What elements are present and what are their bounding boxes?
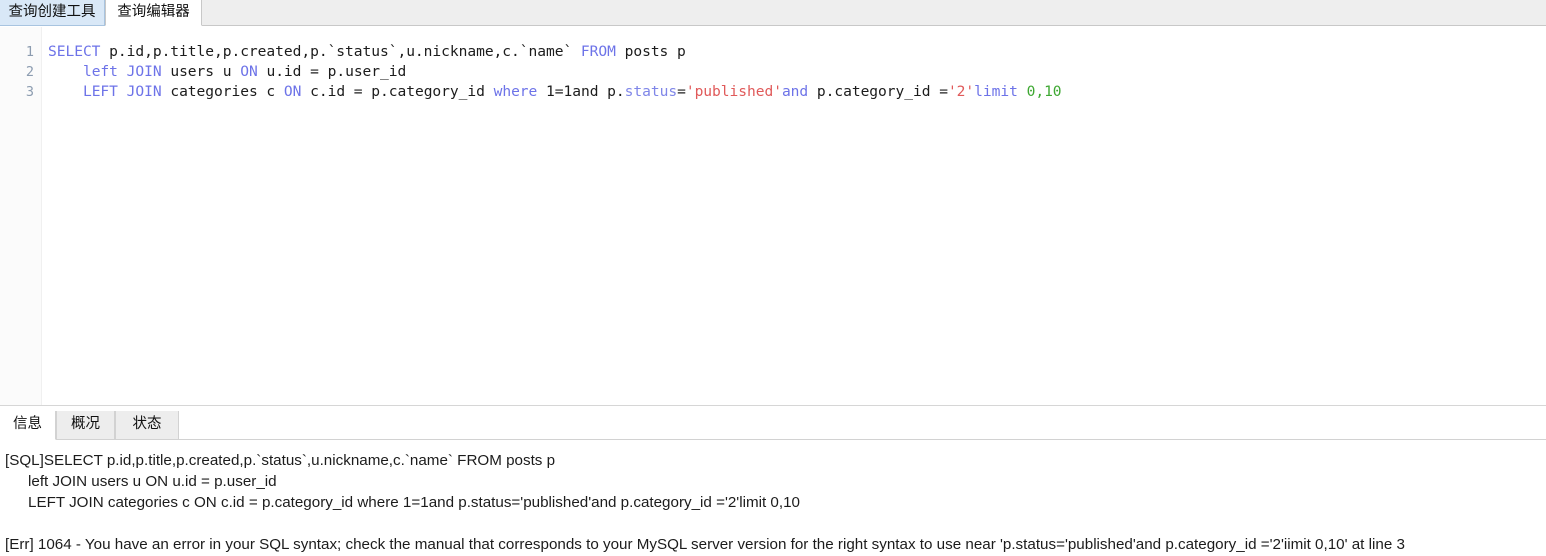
tab-query-editor-label: 查询编辑器 [117, 4, 190, 20]
tab-profile[interactable]: 概况 [56, 411, 115, 440]
tab-status-label: 状态 [132, 416, 162, 432]
tab-profile-label: 概况 [71, 416, 100, 432]
code-line-1[interactable]: SELECT p.id,p.title,p.created,p.`status`… [48, 42, 686, 62]
log-line-sql-1: [SQL]SELECT p.id,p.title,p.created,p.`st… [5, 452, 556, 469]
tab-query-builder-label: 查询创建工具 [8, 4, 96, 20]
tab-info[interactable]: 信息 [0, 411, 56, 440]
tab-query-builder[interactable]: 查询创建工具 [0, 0, 105, 26]
code-line-2[interactable]: left JOIN users u ON u.id = p.user_id [48, 62, 406, 82]
log-line-sql-3: LEFT JOIN categories c ON c.id = p.categ… [28, 494, 800, 511]
line-number-2: 2 [25, 64, 34, 80]
code-line-3[interactable]: LEFT JOIN categories c ON c.id = p.categ… [48, 82, 1062, 102]
tab-query-editor[interactable]: 查询编辑器 [105, 0, 202, 26]
log-line-error: [Err] 1064 - You have an error in your S… [5, 536, 1405, 553]
tab-info-label: 信息 [13, 416, 42, 432]
editor-gutter: 1 2 3 [0, 27, 42, 405]
sql-editor-pane[interactable]: 1 2 3 SELECT p.id,p.title,p.created,p.`s… [0, 27, 1546, 405]
top-tab-bar: 查询创建工具 查询编辑器 [0, 0, 1546, 26]
message-log-pane[interactable]: [SQL]SELECT p.id,p.title,p.created,p.`st… [0, 440, 1546, 556]
line-number-3: 3 [25, 84, 34, 100]
tab-status[interactable]: 状态 [115, 411, 179, 440]
log-line-sql-2: left JOIN users u ON u.id = p.user_id [28, 473, 277, 490]
line-number-1: 1 [25, 44, 34, 60]
result-tab-bar: 信息 概况 状态 [0, 411, 1546, 440]
